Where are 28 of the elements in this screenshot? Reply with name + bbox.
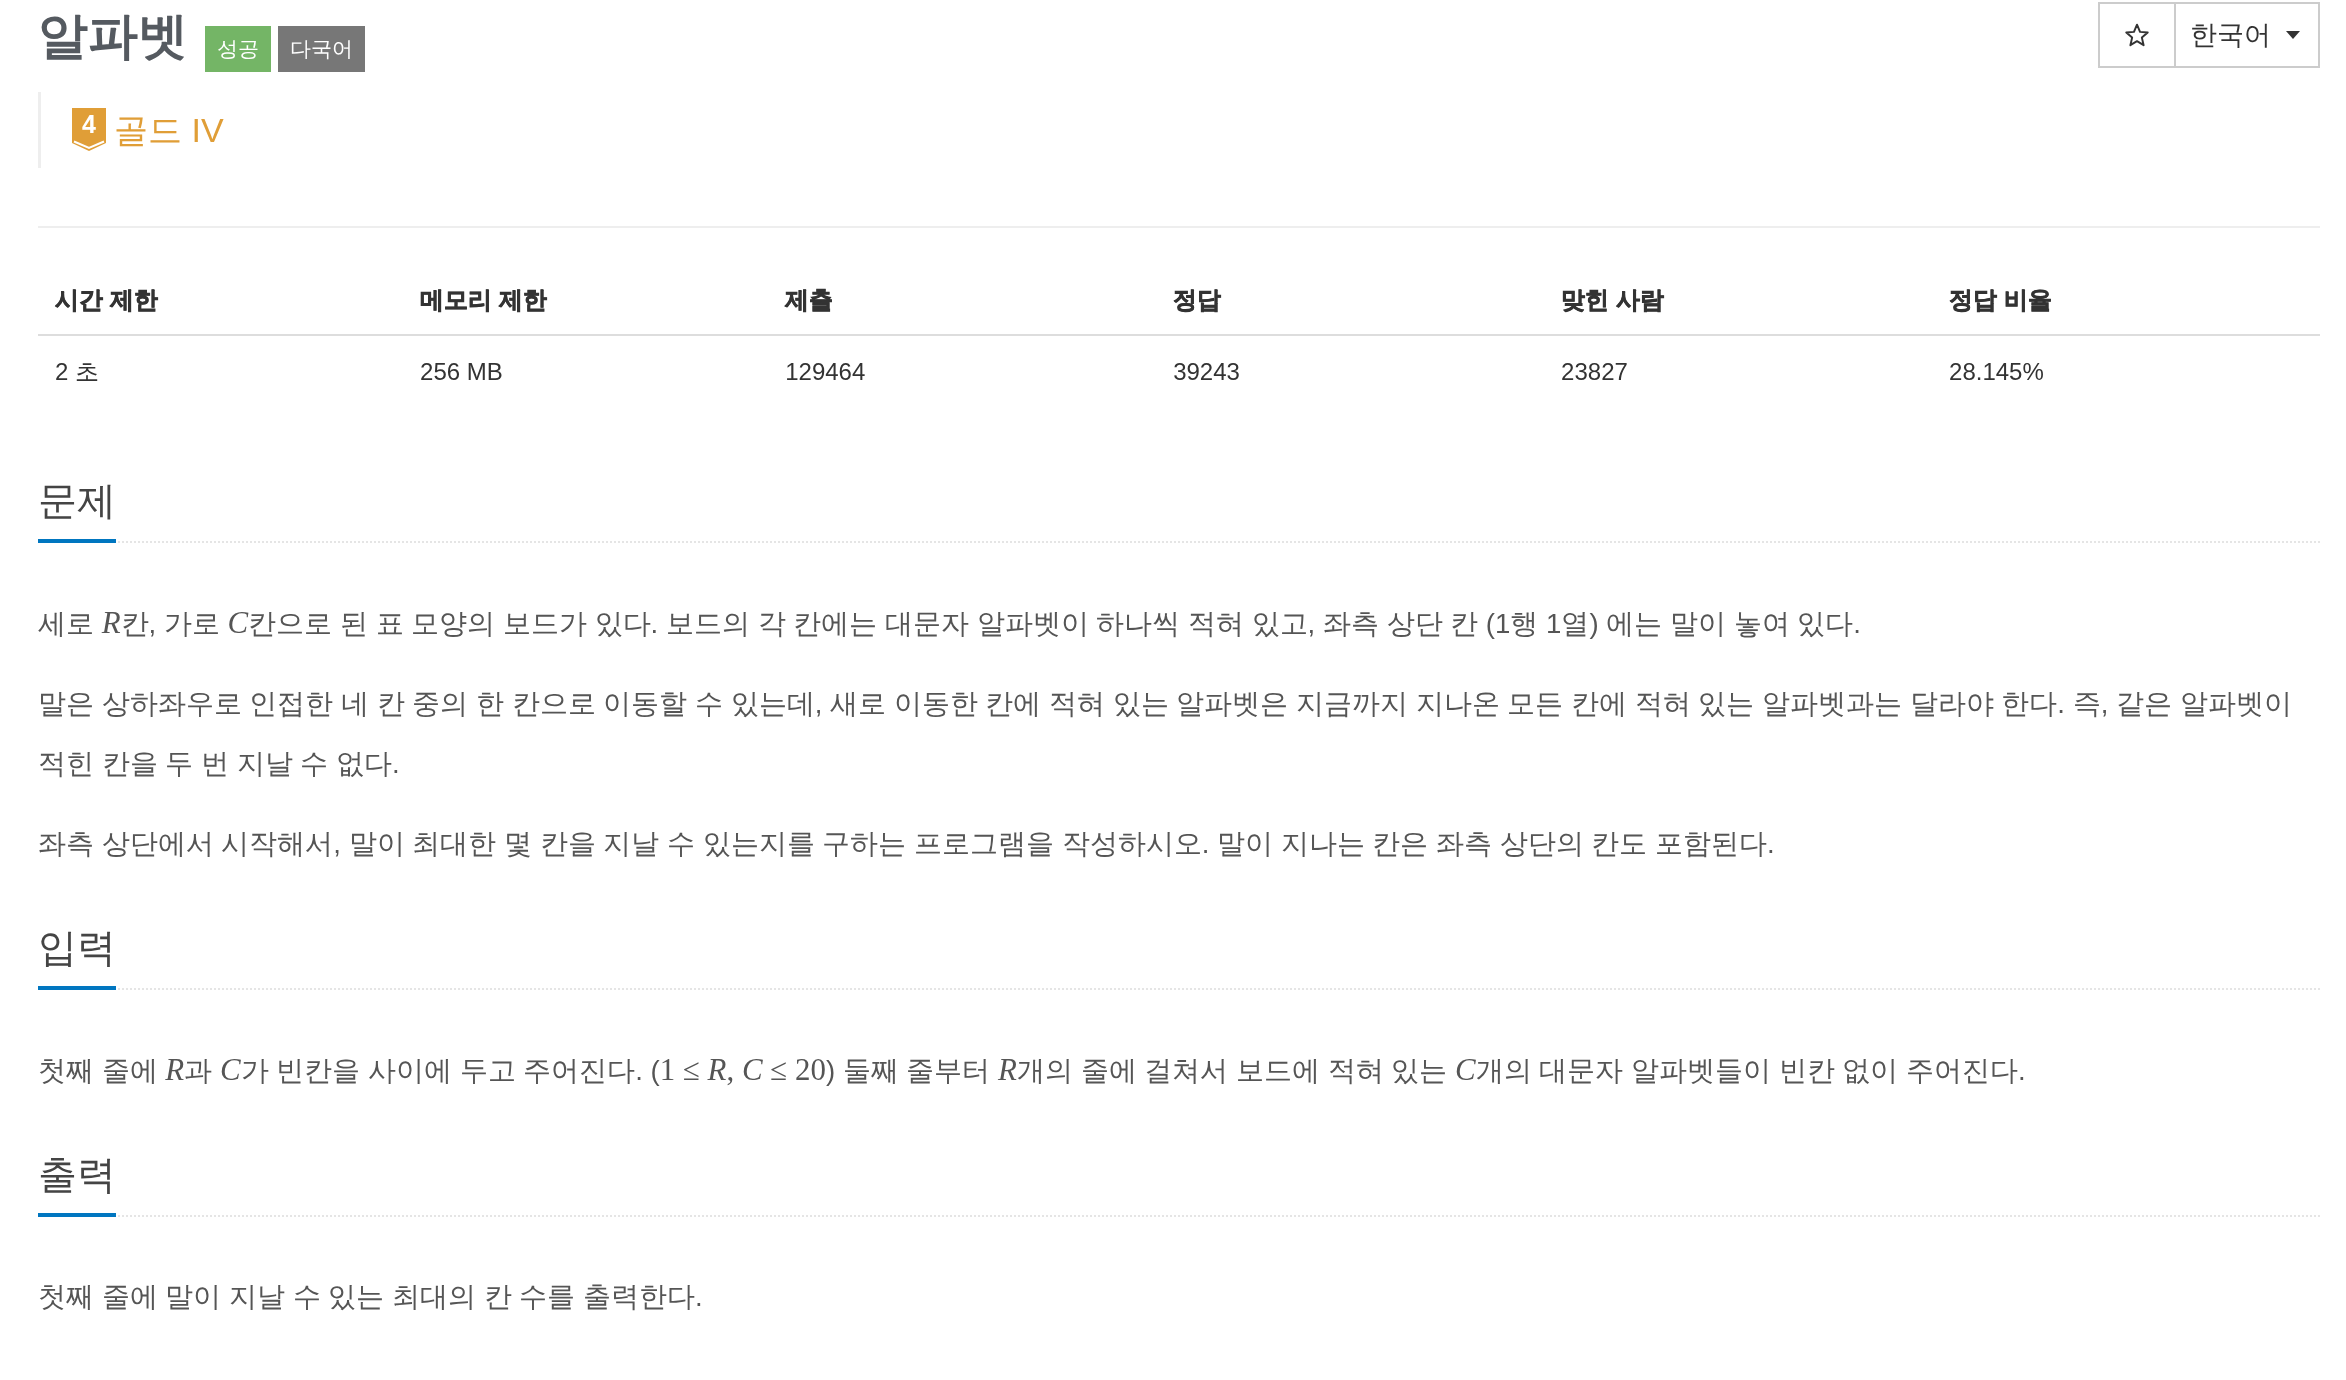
column-header: 메모리 제한: [403, 266, 769, 335]
table-cell: 2 초: [38, 335, 404, 408]
column-header: 시간 제한: [38, 266, 404, 335]
table-cell: 28.145%: [1932, 335, 2320, 408]
column-header: 정답: [1156, 266, 1545, 335]
star-icon: [2124, 22, 2150, 48]
section-heading: 문제: [38, 475, 116, 543]
problem-text: 첫째 줄에 말이 지날 수 있는 최대의 칸 수를 출력한다.: [38, 1280, 704, 1314]
table-cell: 129464: [768, 335, 1157, 408]
problem-text: 첫째 줄에 R과 C가 빈칸을 사이에 두고 주어진다. (1 ≤ R, C ≤ 20) 둘째 줄부터 R개의 줄에 걸쳐서 보드에 적혀 있는 C개의 대문자 알파벳들이 빈칸 없이 주어진다.: [38, 1051, 2027, 1089]
column-header: 맞힌 사람: [1544, 266, 1933, 335]
problem-text: 말은 상하좌우로 인접한 네 칸 중의 한 칸으로 이동할 수 있는데, 새로 이동한 칸에 적혀 있는 알파벳은 지금까지 지나온 모든 칸에 적혀 있는 알파벳과는 달라야 한다. 즉, 같은 알파벳이 적힌 칸을 두 번 지날 수 없다.: [38, 687, 2293, 781]
caret-icon: [2286, 31, 2300, 39]
language-dropdown[interactable]: 한국어: [2176, 2, 2320, 68]
problem-text: 좌측 상단에서 시작해서, 말이 최대한 몇 칸을 지날 수 있는지를 구하는 프로그램을 작성하시오. 말이 지나는 칸은 좌측 상단의 칸도 포함된다.: [38, 827, 1776, 861]
table-cell: 256 MB: [403, 335, 769, 408]
status-badge: 성공: [205, 26, 271, 72]
favorite-button[interactable]: [2098, 2, 2176, 68]
tier-label: 골드 IV: [114, 110, 224, 150]
section-heading: 출력: [38, 1149, 116, 1217]
column-header: 제출: [768, 266, 1157, 335]
status-badge: 다국어: [278, 26, 365, 72]
section-heading: 입력: [38, 922, 116, 990]
table-cell: 23827: [1544, 335, 1933, 408]
problem-title: 알파벳: [38, 7, 188, 66]
column-header: 정답 비율: [1932, 266, 2320, 335]
problem-text: 세로 R칸, 가로 C칸으로 된 표 모양의 보드가 있다. 보드의 각 칸에는 대문자 알파벳이 하나씩 적혀 있고, 좌측 상단 칸 (1행 1열) 에는 말이 놓여 있다.: [38, 604, 1862, 642]
table-cell: 39243: [1156, 335, 1545, 408]
